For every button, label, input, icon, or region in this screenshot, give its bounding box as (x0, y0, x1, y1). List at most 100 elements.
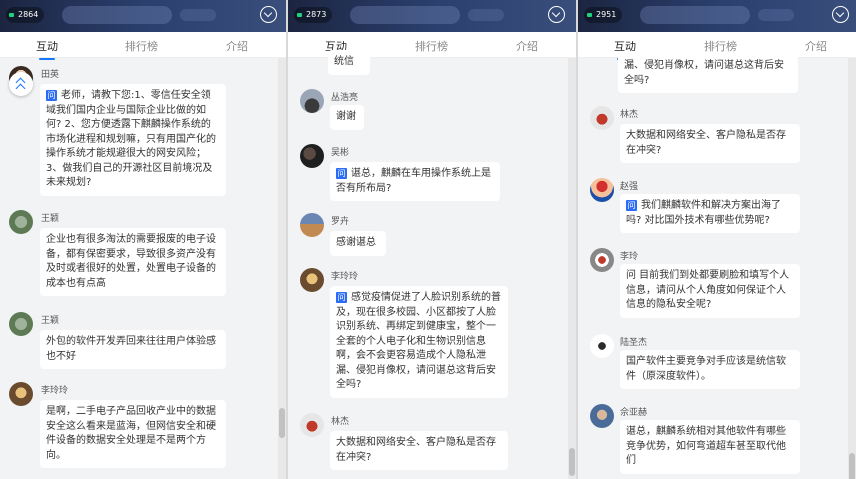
user-name: 陆圣杰 (620, 338, 648, 348)
user-name: 罗卉 (331, 217, 350, 227)
message-bubble: 大数据和网络安全、客户隐私是否存在冲突? (620, 124, 800, 163)
user-name: 林杰 (620, 110, 639, 120)
avatar (300, 268, 324, 292)
user-name: 李玲玲 (41, 386, 69, 396)
live-indicator-icon (297, 13, 302, 17)
tab-ranking[interactable]: 排行榜 (704, 38, 737, 54)
collapse-chevron-icon[interactable] (548, 6, 565, 23)
live-header: 2951 (578, 0, 856, 32)
tab-ranking[interactable]: 排行榜 (415, 38, 448, 54)
message-text: 统信 (334, 56, 354, 67)
avatar (300, 413, 324, 437)
message-text: 谌总，麒麟系统相对其他软件有哪些竞争优势，如何弯道超车甚至取代他们 (626, 426, 786, 466)
user-name: 林杰 (331, 417, 350, 427)
user-name: 王颖 (41, 214, 60, 224)
message-bubble: 大数据和网络安全、客户隐私是否存在冲突? (330, 431, 508, 470)
message-text: 漏、侵犯肖像权，请问谌总这背后安全吗? (624, 60, 784, 86)
viewer-count: 2951 (596, 10, 617, 19)
avatar (9, 382, 33, 406)
message-text: 大数据和网络安全、客户隐私是否存在冲突? (336, 437, 496, 463)
message-bubble: 企业也有很多淘汰的需要报废的电子设备，都有保密要求，导致很多资产没有及时或者很好… (40, 228, 226, 296)
message-text: 企业也有很多淘汰的需要报废的电子设备，都有保密要求，导致很多资产没有及时或者很好… (46, 234, 216, 289)
scrollbar-thumb[interactable] (279, 408, 285, 438)
message-text: 老师，请教下您:1、零信任安全领域我们国内企业与国际企业比做的如何? 2、您方便… (46, 90, 216, 188)
user-name: 丛浩亮 (331, 93, 359, 103)
viewer-count: 2873 (306, 10, 327, 19)
user-name: 李玲 (620, 252, 639, 262)
user-name: 佘亚赫 (620, 408, 648, 418)
question-tag-icon: 问 (626, 200, 637, 211)
scrollbar-thumb[interactable] (849, 453, 855, 479)
message-feed: 田英 问老师，请教下您:1、零信任安全领域我们国内企业与国际企业比做的如何? 2… (0, 58, 286, 479)
scrollbar[interactable] (278, 58, 286, 479)
user-name: 李玲玲 (331, 272, 359, 282)
message-text: 感谢谌总 (336, 237, 376, 248)
avatar (300, 144, 324, 168)
user-name: 王颖 (41, 316, 60, 326)
message-text: 谢谢 (336, 111, 356, 122)
blurred-title (350, 6, 460, 24)
message-bubble: 问感觉疫情促进了人脸识别系统的普及，现在很多校园、小区都按了人脸识别系统、再绑定… (330, 286, 508, 398)
question-tag-icon: 问 (336, 168, 347, 179)
viewer-count: 2864 (18, 10, 39, 19)
question-tag-icon: 问 (336, 292, 347, 303)
message-bubble: 问老师，请教下您:1、零信任安全领域我们国内企业与国际企业比做的如何? 2、您方… (40, 84, 226, 196)
avatar (590, 178, 614, 202)
avatar (590, 248, 614, 272)
blurred-subtitle (468, 9, 504, 21)
user-name: 赵强 (620, 182, 639, 192)
message-text: 是啊，二手电子产品回收产业中的数据安全这么看来是蓝海，但网信安全和硬件设备的数据… (46, 406, 216, 461)
avatar (300, 89, 324, 113)
tab-intro[interactable]: 介绍 (516, 38, 538, 54)
tab-intro[interactable]: 介绍 (805, 38, 827, 54)
message-bubble: 问谌总，麒麟在车用操作系统上是否有所布局? (330, 162, 500, 201)
message-bubble: 问 目前我们到处都要刷脸和填写个人信息，请问从个人角度如何保证个人信息的隐私安全… (620, 264, 800, 318)
avatar (590, 334, 614, 358)
live-header: 2873 (288, 0, 576, 32)
viewer-count-badge: 2873 (294, 7, 333, 23)
avatar (590, 404, 614, 428)
avatar (300, 213, 324, 237)
message-bubble: 谢谢 (330, 105, 364, 130)
live-panel-3: 2951 互动 排行榜 介绍 漏、侵犯肖像权，请问谌总这背后安全吗? 林杰 大数… (578, 0, 856, 479)
message-text: 感觉疫情促进了人脸识别系统的普及，现在很多校园、小区都按了人脸识别系统、再绑定到… (336, 292, 501, 390)
scrollbar[interactable] (568, 58, 576, 479)
collapse-chevron-icon[interactable] (260, 6, 277, 23)
avatar (9, 312, 33, 336)
message-bubble: 问我们麒麟软件和解决方案出海了吗? 对比国外技术有哪些优势呢? (620, 194, 800, 233)
blurred-title (640, 6, 750, 24)
scrollbar[interactable] (848, 58, 856, 479)
tab-intro[interactable]: 介绍 (226, 38, 248, 54)
message-text: 外包的软件开发弄回来往往用户体验感也不好 (46, 336, 216, 362)
scrollbar-thumb[interactable] (569, 448, 575, 476)
blurred-subtitle (180, 9, 216, 21)
question-tag-icon: 问 (46, 90, 57, 101)
message-feed: 漏、侵犯肖像权，请问谌总这背后安全吗? 林杰 大数据和网络安全、客户隐私是否存在… (578, 54, 856, 479)
message-bubble: 国产软件主要竞争对手应该是统信软件（原深度软件）。 (620, 350, 800, 389)
avatar (9, 210, 33, 234)
blurred-title (62, 6, 172, 24)
message-bubble: 是啊，二手电子产品回收产业中的数据安全这么看来是蓝海，但网信安全和硬件设备的数据… (40, 400, 226, 468)
message-bubble: 谌总，麒麟系统相对其他软件有哪些竞争优势，如何弯道超车甚至取代他们 (620, 420, 800, 474)
live-panel-2: 2873 互动 排行榜 介绍 统信 丛浩亮 谢谢 吴彬 问谌总，麒麟在车用操作系… (288, 0, 576, 479)
tab-ranking[interactable]: 排行榜 (125, 38, 158, 54)
tab-bar: 互动 排行榜 介绍 (0, 32, 286, 60)
scroll-to-top-icon[interactable] (9, 72, 33, 96)
live-indicator-icon (9, 13, 14, 17)
live-indicator-icon (587, 13, 592, 17)
live-panel-1: 2864 互动 排行榜 介绍 田英 问老师，请教下您:1、零信任安全领域我们国内… (0, 0, 286, 479)
avatar (590, 106, 614, 130)
message-feed: 统信 丛浩亮 谢谢 吴彬 问谌总，麒麟在车用操作系统上是否有所布局? 罗卉 感谢… (288, 50, 576, 479)
tab-interaction[interactable]: 互动 (36, 38, 58, 60)
blurred-subtitle (758, 9, 794, 21)
tab-interaction[interactable]: 互动 (614, 38, 636, 60)
message-text: 问 目前我们到处都要刷脸和填写个人信息，请问从个人角度如何保证个人信息的隐私安全… (626, 270, 790, 310)
message-text: 大数据和网络安全、客户隐私是否存在冲突? (626, 130, 786, 156)
message-text: 谌总，麒麟在车用操作系统上是否有所布局? (336, 168, 491, 194)
message-text: 我们麒麟软件和解决方案出海了吗? 对比国外技术有哪些优势呢? (626, 200, 781, 226)
user-name: 吴彬 (331, 148, 350, 158)
viewer-count-badge: 2951 (584, 7, 623, 23)
message-text: 国产软件主要竞争对手应该是统信软件（原深度软件）。 (626, 356, 786, 382)
collapse-chevron-icon[interactable] (832, 6, 849, 23)
message-bubble: 统信 (328, 50, 370, 75)
